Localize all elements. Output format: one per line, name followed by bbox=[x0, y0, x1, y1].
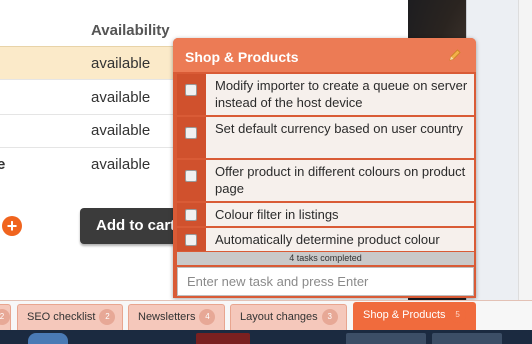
task-checkbox[interactable] bbox=[185, 209, 197, 221]
task-checkbox[interactable] bbox=[185, 127, 197, 139]
task-item: Set default currency based on user count… bbox=[177, 117, 474, 159]
pencil-icon[interactable] bbox=[448, 48, 462, 62]
task-checkbox[interactable] bbox=[185, 170, 197, 182]
task-text: Automatically determine product colour bbox=[215, 232, 440, 247]
row-label: e bbox=[0, 156, 6, 173]
taskbar-app-icon[interactable] bbox=[346, 333, 426, 344]
tab-label: Shop & Products bbox=[363, 309, 446, 321]
os-taskbar bbox=[0, 330, 532, 344]
task-text: Colour filter in listings bbox=[215, 207, 339, 222]
list-tab-bar: 2 SEO checklist 2 Newsletters 4 Layout cha… bbox=[0, 300, 532, 331]
new-task-input[interactable] bbox=[177, 267, 474, 296]
widget-title: Shop & Products bbox=[185, 49, 299, 65]
todo-widget: Shop & Products Modify importer to creat… bbox=[173, 38, 476, 298]
task-item: Offer product in different colours on pr… bbox=[177, 160, 474, 202]
tab-count-badge: 5 bbox=[449, 307, 466, 323]
tab-partial[interactable]: 2 bbox=[0, 304, 11, 331]
taskbar-app-icon[interactable] bbox=[28, 333, 68, 344]
taskbar-app-icon[interactable] bbox=[196, 333, 250, 344]
tab-label: Layout changes bbox=[240, 311, 318, 323]
availability-column-header: Availability bbox=[91, 22, 170, 39]
tab-count-badge: 2 bbox=[99, 309, 116, 325]
task-checkbox[interactable] bbox=[185, 84, 197, 96]
availability-value: available bbox=[91, 156, 151, 173]
availability-value: available bbox=[91, 89, 151, 106]
tab-layout-changes[interactable]: Layout changes 3 bbox=[230, 304, 347, 331]
task-item: Colour filter in listings bbox=[177, 203, 474, 227]
task-text: Offer product in different colours on pr… bbox=[215, 164, 466, 196]
tab-count-badge: 4 bbox=[199, 309, 216, 325]
tab-label: Newsletters bbox=[138, 311, 196, 323]
task-checkbox[interactable] bbox=[185, 234, 197, 246]
availability-value: available bbox=[91, 55, 151, 72]
task-item: Modify importer to create a queue on ser… bbox=[177, 74, 474, 116]
availability-value: available bbox=[91, 122, 151, 139]
taskbar-app-icon[interactable] bbox=[432, 333, 502, 344]
progress-status: 4 tasks completed bbox=[177, 252, 474, 265]
tab-shop-products[interactable]: Shop & Products 5 bbox=[353, 302, 476, 331]
widget-header: Shop & Products bbox=[173, 38, 476, 72]
tab-count-badge: 2 bbox=[0, 309, 10, 325]
task-text: Modify importer to create a queue on ser… bbox=[215, 78, 468, 110]
tab-seo-checklist[interactable]: SEO checklist 2 bbox=[17, 304, 123, 331]
plus-icon[interactable]: + bbox=[2, 216, 22, 236]
tab-label: SEO checklist bbox=[27, 311, 96, 323]
tab-count-badge: 3 bbox=[321, 309, 338, 325]
task-item: Automatically determine product colour bbox=[177, 228, 474, 251]
tab-newsletters[interactable]: Newsletters 4 bbox=[128, 304, 225, 331]
task-text: Set default currency based on user count… bbox=[215, 121, 463, 136]
scrollbar[interactable] bbox=[518, 0, 532, 330]
